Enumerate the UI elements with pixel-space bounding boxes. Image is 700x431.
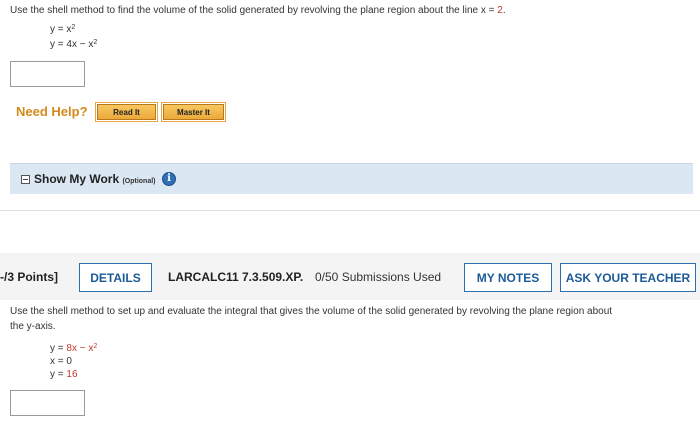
need-help-label: Need Help? xyxy=(16,104,88,119)
q2-eq3-lhs: y = xyxy=(50,369,67,380)
question-2-header: -/3 Points] DETAILS LARCALC11 7.3.509.XP… xyxy=(0,253,700,300)
master-it-button[interactable]: Master It xyxy=(161,102,226,122)
q1-prompt-text: Use the shell method to find the volume … xyxy=(10,5,481,16)
q1-line-end: . xyxy=(502,5,506,16)
show-my-work-text: Show My Work xyxy=(34,172,123,186)
q1-answer-input[interactable] xyxy=(10,61,85,87)
q2-equation-1: y = 8x − x2 xyxy=(50,343,97,354)
optional-label: (Optional) xyxy=(122,178,156,185)
q2-eq1-lhs: y = xyxy=(50,343,67,354)
expand-toggle-icon[interactable] xyxy=(21,175,30,184)
q1-eq2-exponent: 2 xyxy=(93,39,98,46)
read-it-button[interactable]: Read It xyxy=(95,102,158,122)
q2-equation-3: y = 16 xyxy=(50,369,78,380)
ask-your-teacher-button[interactable]: ASK YOUR TEACHER xyxy=(560,263,696,292)
my-notes-button[interactable]: MY NOTES xyxy=(464,263,552,292)
question-1-prompt: Use the shell method to find the volume … xyxy=(10,5,506,16)
course-code: LARCALC11 7.3.509.XP. xyxy=(168,270,304,284)
q1-equation-1: y = x2 xyxy=(50,24,75,35)
q1-eq2-text: y = 4x − x xyxy=(50,39,94,50)
q2-eq3-value: 16 xyxy=(66,369,78,380)
q2-eq1-exponent: 2 xyxy=(93,343,98,350)
q1-eq1-text: y = x xyxy=(50,24,72,35)
q1-line-var: x = xyxy=(480,5,498,16)
points-label: -/3 Points] xyxy=(0,270,59,284)
q1-eq1-exponent: 2 xyxy=(71,24,76,31)
details-button[interactable]: DETAILS xyxy=(79,263,152,292)
help-info-icon[interactable] xyxy=(162,172,176,186)
show-my-work-panel[interactable]: Show My Work (Optional) xyxy=(10,163,693,194)
q2-prompt-line-1: Use the shell method to set up and evalu… xyxy=(10,306,613,317)
section-divider xyxy=(0,210,700,211)
q2-answer-input[interactable] xyxy=(10,390,85,416)
show-my-work-label[interactable]: Show My Work (Optional) xyxy=(34,172,156,186)
q2-prompt-line-2: the y-axis. xyxy=(10,321,56,332)
q2-equation-2: x = 0 xyxy=(50,356,72,367)
q2-eq1-value: 8x − x xyxy=(66,343,94,354)
submissions-used: 0/50 Submissions Used xyxy=(315,270,442,284)
q1-equation-2: y = 4x − x2 xyxy=(50,39,97,50)
